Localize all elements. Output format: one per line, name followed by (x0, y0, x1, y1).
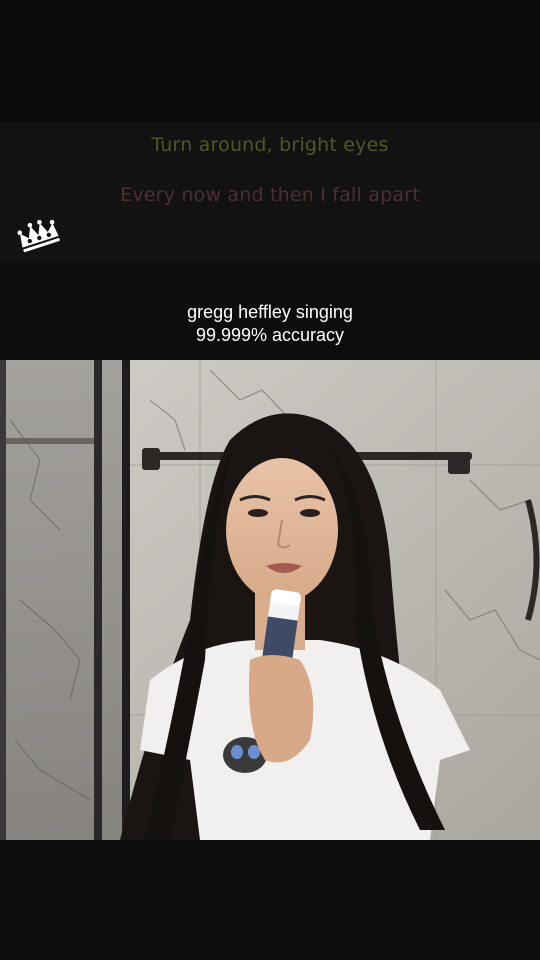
bottom-letterbox (0, 840, 540, 960)
caption-subtitle: 99.999% accuracy (195, 325, 345, 345)
crown-icon (17, 219, 60, 253)
next-lyric-line: Every now and then I fall apart (120, 184, 420, 206)
video-scene (0, 360, 540, 840)
video-frame[interactable] (0, 360, 540, 840)
lyrics-panel: Turn around, bright eyes Every now and t… (0, 122, 540, 262)
top-letterbox (0, 0, 540, 122)
caption-title: gregg heffley singing (187, 302, 353, 322)
current-lyric-line: Turn around, bright eyes (151, 134, 389, 156)
caption-area: gregg heffley singing 99.999% accuracy (0, 262, 540, 360)
